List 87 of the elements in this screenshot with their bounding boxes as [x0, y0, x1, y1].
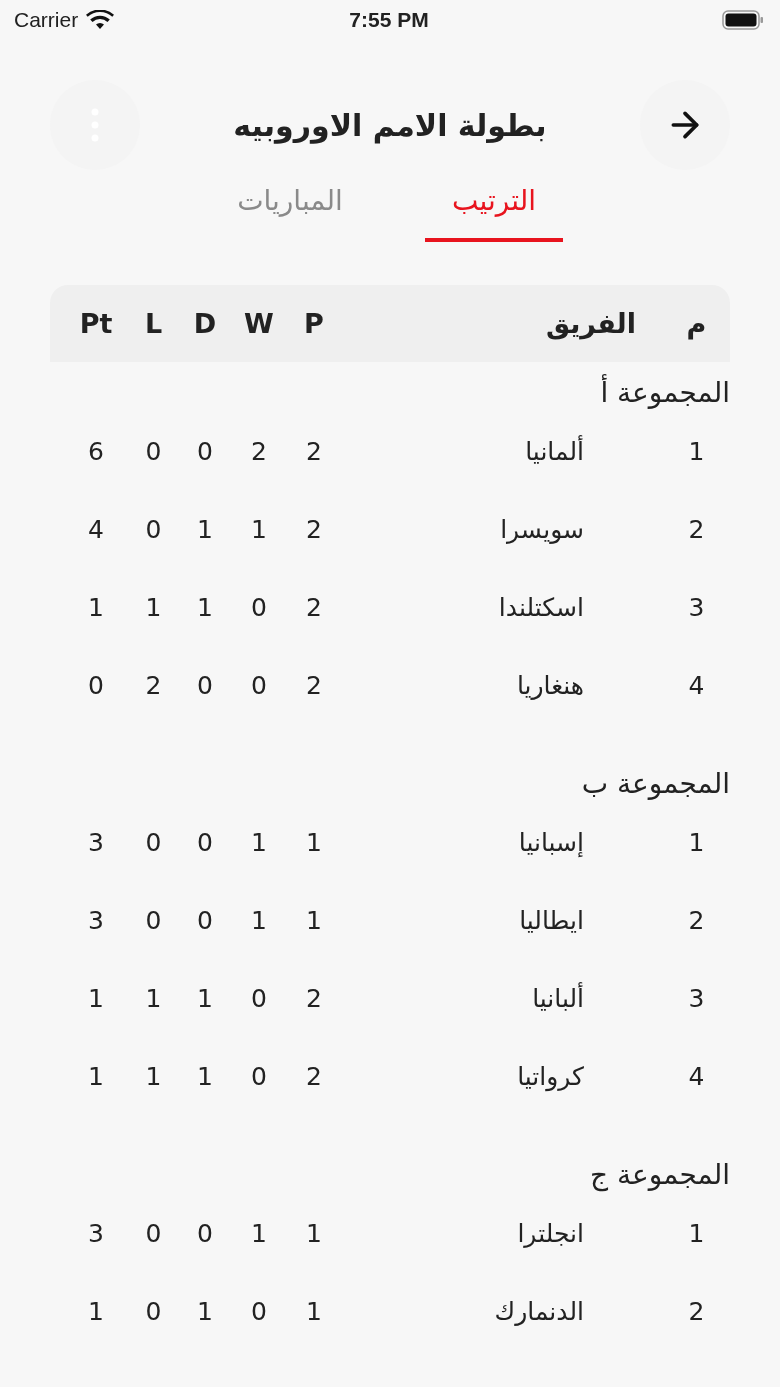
table-cell-text: 2	[687, 514, 706, 544]
team-name: إسبانيا	[517, 827, 585, 857]
table-cell-text: 2	[144, 670, 163, 700]
table-cell-text: 1	[87, 983, 105, 1013]
column-header: P	[303, 308, 325, 339]
table-cell-text: 0	[196, 670, 214, 700]
team-name: كرواتيا	[516, 1061, 585, 1091]
table-cell-text: 0	[196, 827, 214, 857]
table-cell-text: 0	[196, 1218, 214, 1248]
wifi-icon	[86, 10, 115, 30]
table-cell-text: 1	[687, 827, 706, 857]
team-name: انجلترا	[516, 1218, 585, 1248]
column-header: L	[143, 308, 164, 339]
table-cell-text: 6	[87, 436, 105, 466]
carrier-label: Carrier	[14, 8, 79, 32]
table-cell-text: 1	[196, 514, 214, 544]
column-header: م	[685, 308, 708, 339]
table-cell-text: 1	[305, 1218, 323, 1248]
team-name: هنغاريا	[515, 670, 585, 700]
table-cell-text: 1	[196, 1296, 214, 1326]
table-cell-text: 3	[87, 1218, 105, 1248]
table-cell-text: 1	[305, 905, 323, 935]
table-cell-text: 1	[250, 827, 268, 857]
table-cell-text: 0	[87, 670, 105, 700]
group-title: المجموعة ج	[590, 1158, 730, 1191]
team-name: سويسرا	[499, 514, 585, 544]
table-cell-text: 1	[305, 827, 323, 857]
table-cell-text: 0	[144, 827, 163, 857]
table-cell-text: 2	[305, 983, 323, 1013]
table-cell-text: 0	[144, 514, 163, 544]
table-cell-text: 3	[687, 592, 706, 622]
table-cell-text: 0	[250, 592, 268, 622]
table-cell-text: 0	[144, 436, 163, 466]
table-cell-text: 2	[687, 905, 706, 935]
table-cell-text: 1	[87, 592, 105, 622]
table-cell-text: 0	[144, 905, 163, 935]
table-cell-text: 2	[687, 1296, 706, 1326]
table-cell-text: 0	[144, 1218, 163, 1248]
table-cell-text: 4	[687, 1061, 706, 1091]
table-cell-text: 0	[196, 436, 214, 466]
team-name: ايطاليا	[518, 905, 585, 935]
table-cell-text: 2	[305, 1061, 323, 1091]
team-name: اسكتلندا	[497, 592, 585, 622]
table-cell-text: 2	[305, 670, 323, 700]
clock-time: 7:55 PM	[349, 8, 429, 32]
table-cell-text: 2	[305, 514, 323, 544]
table-cell-text: 0	[250, 983, 268, 1013]
table-cell-text: 2	[305, 592, 323, 622]
table-cell-text: 0	[144, 1296, 163, 1326]
table-cell-text: 1	[196, 983, 214, 1013]
table-cell-text: 1	[305, 1296, 323, 1326]
table-cell-text: 3	[687, 983, 706, 1013]
team-name: الدنمارك	[493, 1296, 585, 1326]
table-cell-text: 1	[196, 1061, 214, 1091]
battery-icon	[722, 10, 764, 30]
group-title: المجموعة ب	[581, 767, 730, 800]
column-header: Pt	[78, 308, 114, 339]
table-cell-text: 1	[687, 1218, 706, 1248]
group-title: المجموعة أ	[600, 376, 730, 409]
table-cell-text: 1	[250, 514, 268, 544]
table-cell-text: 1	[144, 1061, 163, 1091]
table-cell-text: 4	[87, 514, 105, 544]
table-cell-text: 1	[687, 436, 706, 466]
column-header: W	[243, 308, 275, 339]
table-cell-text: 0	[250, 1061, 268, 1091]
table-cell-text: 1	[87, 1296, 105, 1326]
table-cell-text: 1	[250, 1218, 268, 1248]
table-cell-text: 1	[144, 983, 163, 1013]
team-name: ألمانيا	[524, 436, 585, 466]
table-cell-text: 4	[687, 670, 706, 700]
column-header: D	[192, 308, 218, 339]
table-cell-text: 2	[305, 436, 323, 466]
table-cell-text: 1	[250, 905, 268, 935]
table-cell-text: 0	[250, 1296, 268, 1326]
tab[interactable]: الترتيب	[425, 172, 563, 242]
table-cell-text: 3	[87, 905, 105, 935]
table-cell-text: 1	[144, 592, 163, 622]
table-cell-text: 1	[87, 1061, 105, 1091]
team-name: ألبانيا	[531, 983, 585, 1013]
table-cell-text: 0	[250, 670, 268, 700]
page-title: بطولة الامم الاوروبيه	[233, 107, 547, 143]
table-cell-text: 1	[196, 592, 214, 622]
table-cell-text: 2	[250, 436, 268, 466]
table-cell-text: 0	[196, 905, 214, 935]
table-cell-text: 3	[87, 827, 105, 857]
column-header: الفريق	[544, 308, 637, 339]
tab[interactable]: المباريات	[221, 172, 359, 242]
